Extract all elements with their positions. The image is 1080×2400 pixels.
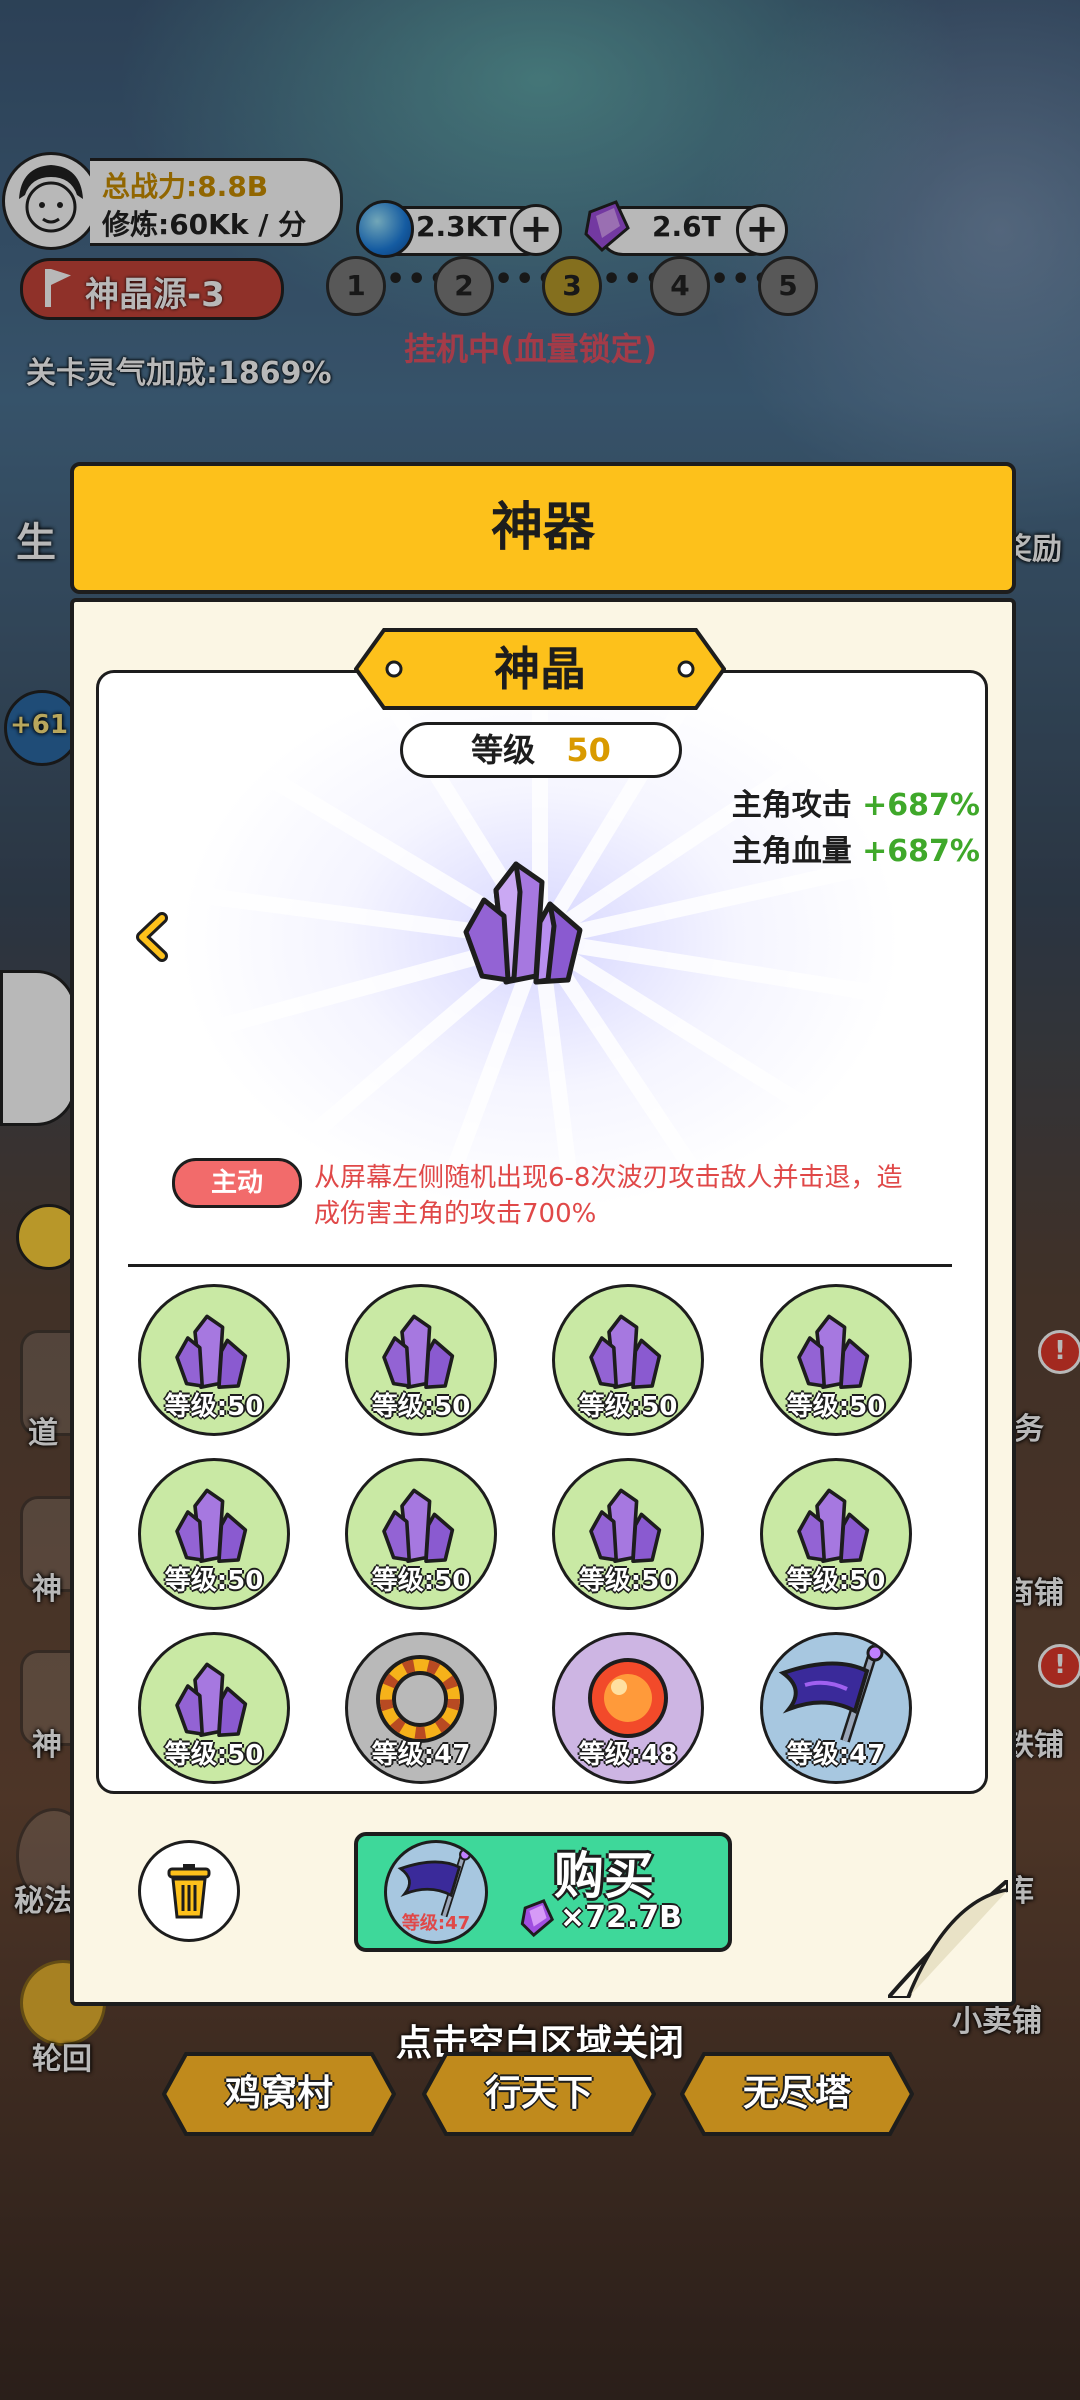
modal-title: 神器 bbox=[70, 462, 1016, 594]
slot-level: 等级:50 bbox=[371, 1392, 471, 1422]
artifact-slot[interactable]: 等级:47 bbox=[760, 1632, 912, 1784]
level-value: 50 bbox=[566, 731, 611, 769]
stat-attack-label: 主角攻击 bbox=[731, 788, 852, 823]
buy-cost: ×72.7B bbox=[560, 1900, 683, 1935]
nav-label: 无尽塔 bbox=[742, 2073, 851, 2114]
buy-item-thumbnail: 等级:47 bbox=[384, 1840, 488, 1944]
stat-health: 主角血量 +687% bbox=[732, 826, 980, 870]
artifact-slot[interactable]: 等级:50 bbox=[138, 1632, 290, 1784]
page-curl bbox=[883, 1875, 1010, 2000]
artifact-slot[interactable]: 等级:50 bbox=[760, 1458, 912, 1610]
stat-attack: 主角攻击 +687% bbox=[732, 780, 980, 824]
prev-item-arrow-icon[interactable] bbox=[132, 912, 172, 962]
nav-endless-tower[interactable]: 无尽塔 bbox=[679, 2052, 915, 2136]
slot-level: 等级:50 bbox=[578, 1566, 678, 1596]
trash-button[interactable] bbox=[138, 1840, 240, 1942]
item-level-pill: 等级 50 bbox=[400, 722, 682, 778]
slot-level: 等级:47 bbox=[786, 1740, 886, 1770]
artifact-slot[interactable]: 等级:47 bbox=[345, 1632, 497, 1784]
active-skill-tag: 主动 bbox=[172, 1158, 302, 1208]
slot-level: 等级:50 bbox=[371, 1566, 471, 1596]
crystal-icon bbox=[456, 856, 596, 1004]
artifact-slot[interactable]: 等级:50 bbox=[345, 1458, 497, 1610]
nav-label: 行天下 bbox=[484, 2073, 593, 2114]
skill-description: 从屏幕左侧随机出现6-8次波刃攻击敌人并击退，造成伤害主角的攻击700% bbox=[314, 1163, 903, 1229]
buy-item-level: 等级:47 bbox=[401, 1913, 471, 1934]
artifact-slot[interactable]: 等级:50 bbox=[345, 1284, 497, 1436]
artifact-slot[interactable]: 等级:50 bbox=[552, 1284, 704, 1436]
nav-travel[interactable]: 行天下 bbox=[421, 2052, 657, 2136]
level-label: 等级 bbox=[471, 731, 536, 769]
slot-level: 等级:50 bbox=[164, 1740, 264, 1770]
artifact-slot[interactable]: 等级:50 bbox=[138, 1458, 290, 1610]
orb-icon bbox=[588, 1658, 668, 1738]
artifact-slot[interactable]: 等级:50 bbox=[138, 1284, 290, 1436]
slot-level: 等级:50 bbox=[786, 1392, 886, 1422]
stat-health-label: 主角血量 bbox=[731, 834, 852, 869]
stat-attack-value: +687% bbox=[862, 788, 980, 823]
slot-level: 等级:47 bbox=[371, 1740, 471, 1770]
item-name-banner: 神晶 bbox=[353, 628, 727, 710]
artifact-slot[interactable]: 等级:50 bbox=[760, 1284, 912, 1436]
slot-level: 等级:48 bbox=[578, 1740, 678, 1770]
stat-health-value: +687% bbox=[862, 834, 980, 869]
slot-level: 等级:50 bbox=[786, 1566, 886, 1596]
artifact-slot[interactable]: 等级:50 bbox=[552, 1458, 704, 1610]
artifact-slot[interactable]: 等级:48 bbox=[552, 1632, 704, 1784]
nav-chicken-village[interactable]: 鸡窝村 bbox=[161, 2052, 397, 2136]
nav-label: 鸡窝村 bbox=[224, 2073, 333, 2114]
slot-level: 等级:50 bbox=[164, 1392, 264, 1422]
item-name-label: 神晶 bbox=[494, 642, 586, 696]
trash-icon bbox=[167, 1864, 211, 1919]
slot-level: 等级:50 bbox=[578, 1392, 678, 1422]
flag-icon bbox=[778, 1645, 884, 1743]
section-divider bbox=[128, 1264, 952, 1267]
buy-button[interactable]: 等级:47 购买 ×72.7B bbox=[354, 1832, 732, 1952]
purple-gem-icon bbox=[520, 1899, 555, 1938]
slot-level: 等级:50 bbox=[164, 1566, 264, 1596]
